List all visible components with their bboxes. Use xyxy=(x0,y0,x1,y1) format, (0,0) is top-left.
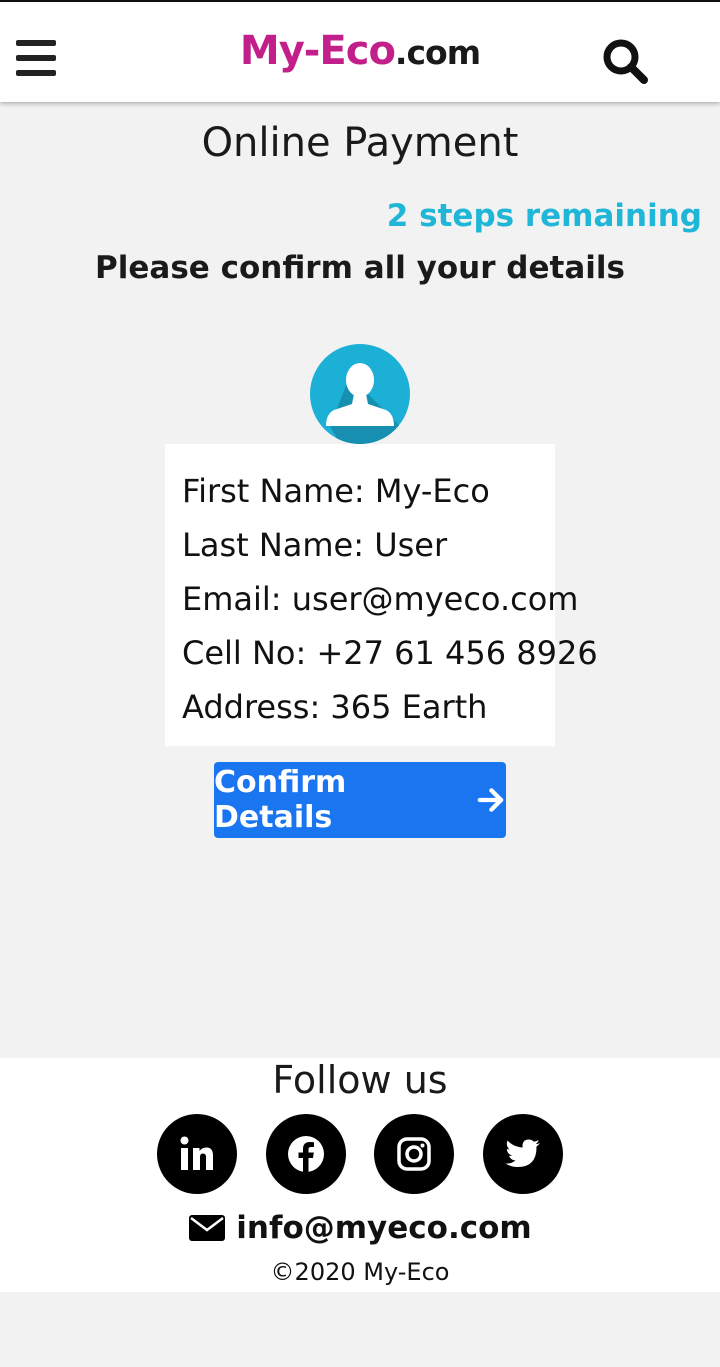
brand-suffix: .com xyxy=(394,33,481,72)
follow-us-heading: Follow us xyxy=(272,1058,448,1102)
email-row: Email: user@myeco.com xyxy=(182,580,579,618)
search-icon[interactable] xyxy=(600,36,652,88)
last-name-row: Last Name: User xyxy=(182,526,448,564)
confirm-instructions: Please confirm all your details xyxy=(95,250,625,286)
copyright: ©2020 My-Eco xyxy=(270,1258,450,1286)
cell-number-row: Cell No: +27 61 456 8926 xyxy=(182,634,598,672)
contact-email[interactable]: info@myeco.com xyxy=(0,1210,720,1246)
page-title: Online Payment xyxy=(201,120,519,166)
envelope-icon xyxy=(189,1215,226,1241)
confirm-details-button[interactable]: Confirm Details xyxy=(214,762,506,838)
linkedin-icon[interactable] xyxy=(157,1114,237,1194)
twitter-icon[interactable] xyxy=(483,1114,563,1194)
facebook-icon[interactable] xyxy=(266,1114,346,1194)
user-avatar-icon xyxy=(310,344,410,444)
instagram-icon[interactable] xyxy=(374,1114,454,1194)
steps-remaining: 2 steps remaining xyxy=(386,198,702,234)
address-row: Address: 365 Earth xyxy=(182,688,488,726)
details-card: First Name: My-Eco Last Name: User Email… xyxy=(165,444,598,746)
confirm-details-label: Confirm Details xyxy=(214,765,347,835)
app-header: My-Eco.com xyxy=(0,2,720,102)
brand-primary: My-Eco xyxy=(239,28,396,74)
arrow-right-icon xyxy=(477,788,504,812)
contact-email-text: info@myeco.com xyxy=(236,1210,532,1246)
first-name-row: First Name: My-Eco xyxy=(182,472,490,510)
